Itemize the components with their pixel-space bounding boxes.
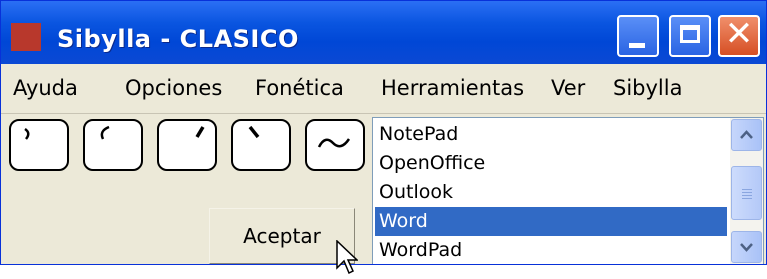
list-item-outlook[interactable]: Outlook [375, 178, 727, 207]
list-item-notepad[interactable]: NotePad [375, 120, 727, 149]
menu-herramientas[interactable]: Herramientas [381, 76, 524, 100]
minimize-icon [629, 43, 645, 48]
chevron-down-icon [740, 243, 753, 252]
acute-accent-icon [24, 127, 30, 140]
window-title: Sibylla - CLASICO [57, 25, 299, 53]
accept-button[interactable]: Aceptar [209, 208, 355, 264]
application-list[interactable]: NotePad OpenOffice Outlook Word WordPad [372, 117, 764, 264]
accent-key-1[interactable] [9, 119, 69, 171]
mouse-cursor-icon [336, 240, 358, 275]
list-item-word[interactable]: Word [375, 207, 727, 236]
menu-fonetica[interactable]: Fonética [255, 76, 344, 100]
list-scrollbar[interactable] [730, 118, 763, 264]
chevron-up-icon [740, 130, 753, 139]
close-button[interactable]: ✕ [718, 15, 760, 57]
thumb-grip-line [742, 198, 752, 199]
list-item-wordpad[interactable]: WordPad [375, 236, 727, 264]
thumb-grip-line [742, 189, 752, 190]
application-window: Sibylla - CLASICO ✕ Ayuda Opciones Fonét… [0, 0, 767, 265]
accent-key-5[interactable] [305, 119, 365, 171]
close-icon: ✕ [724, 14, 754, 54]
thumb-grip-line [742, 192, 752, 193]
menu-ayuda[interactable]: Ayuda [13, 76, 78, 100]
minimize-button[interactable] [617, 15, 659, 57]
menu-opciones[interactable]: Opciones [125, 76, 222, 100]
acute-accent-icon [195, 126, 205, 138]
menu-sibylla[interactable]: Sibylla [613, 76, 682, 100]
accent-key-4[interactable] [231, 119, 291, 171]
scroll-up-button[interactable] [731, 119, 762, 151]
accent-key-3[interactable] [157, 119, 217, 171]
sibylla-app-icon [11, 23, 41, 51]
maximize-icon [680, 25, 700, 43]
tilde-icon [317, 138, 351, 148]
maximize-button[interactable] [669, 15, 711, 57]
grave-accent-icon [248, 125, 260, 139]
scroll-thumb[interactable] [731, 166, 762, 220]
menu-bar: Ayuda Opciones Fonética Herramientas Ver… [1, 64, 766, 114]
thumb-grip-line [742, 195, 752, 196]
accent-key-2[interactable] [83, 119, 143, 171]
menu-ver[interactable]: Ver [551, 76, 585, 100]
title-bar[interactable]: Sibylla - CLASICO ✕ [1, 1, 766, 64]
scroll-down-button[interactable] [731, 231, 762, 263]
grave-accent-icon [100, 125, 110, 140]
list-item-openoffice[interactable]: OpenOffice [375, 149, 727, 178]
